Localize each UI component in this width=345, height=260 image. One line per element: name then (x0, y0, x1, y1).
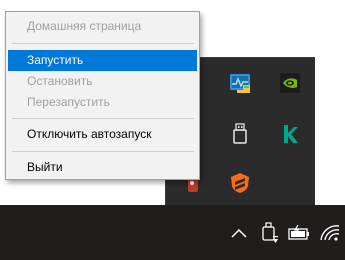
wifi-icon[interactable] (318, 221, 342, 245)
tray-context-menu: Домашняя страница Запустить Остановить П… (5, 11, 200, 180)
menu-item-disable-autostart[interactable]: Отключить автозапуск (8, 124, 197, 145)
usb-eject-icon[interactable] (257, 221, 281, 245)
task-manager-icon[interactable] (223, 66, 257, 100)
menu-item-stop[interactable]: Остановить (8, 71, 197, 92)
menu-separator (12, 118, 194, 119)
menu-item-start[interactable]: Запустить (8, 50, 197, 71)
taskbar (0, 205, 345, 260)
kaspersky-icon[interactable] (273, 117, 307, 151)
menu-item-restart[interactable]: Перезапустить (8, 92, 197, 113)
battery-icon[interactable] (287, 221, 311, 245)
avast-icon[interactable] (223, 166, 257, 200)
nvidia-icon[interactable] (273, 66, 307, 100)
menu-item-home-page[interactable]: Домашняя страница (8, 16, 197, 37)
usb-drive-icon[interactable] (223, 117, 257, 151)
menu-separator (12, 151, 194, 152)
menu-separator (12, 43, 194, 44)
chevron-up-icon[interactable] (227, 221, 251, 245)
menu-item-exit[interactable]: Выйти (8, 157, 197, 178)
